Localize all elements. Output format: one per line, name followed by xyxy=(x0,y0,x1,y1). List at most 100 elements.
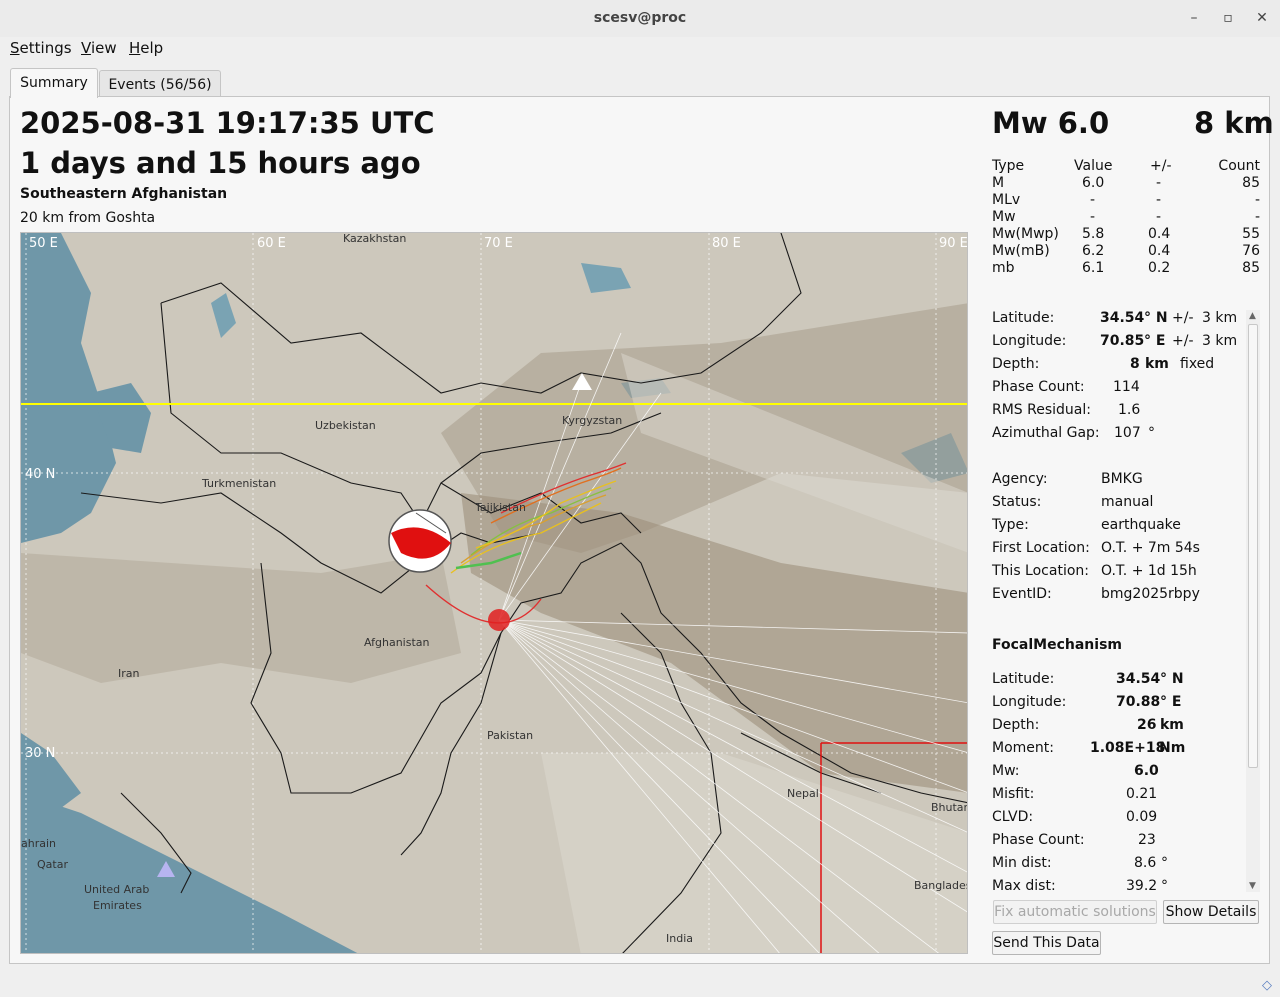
depth-flag: fixed xyxy=(1180,356,1214,372)
latitude-pm: +/- xyxy=(1172,310,1194,326)
this-location-value: O.T. + 1d 15h xyxy=(1101,563,1197,579)
fm-longitude-unit: ° E xyxy=(1160,694,1181,710)
depth-value: 8 km xyxy=(1194,106,1274,140)
map-lon-label: 50 E xyxy=(29,236,58,251)
menu-view[interactable]: View xyxy=(81,39,117,57)
scroll-down-icon[interactable]: ▼ xyxy=(1249,881,1256,891)
fm-depth-unit: km xyxy=(1160,717,1184,733)
type-label: Type: xyxy=(992,517,1029,533)
map-place-label: Uzbekistan xyxy=(315,419,376,432)
scrollbar-thumb[interactable] xyxy=(1248,324,1258,768)
event-map[interactable]: 50 E 60 E 70 E 80 E 90 E 40 N 30 N Kazak… xyxy=(20,232,968,954)
fm-maxdist-label: Max dist: xyxy=(992,878,1056,894)
title-bar: scesv@proc – ▫ ✕ xyxy=(0,0,1280,38)
fm-maxdist-unit: ° xyxy=(1161,878,1168,894)
fm-phase-label: Phase Count: xyxy=(992,832,1085,848)
map-place-label: Turkmenistan xyxy=(201,477,276,490)
map-lon-label: 80 E xyxy=(712,236,741,251)
fm-latitude-value: 34.54 xyxy=(1116,671,1160,687)
map-place-label: Banglades xyxy=(914,879,968,892)
map-lon-label: 60 E xyxy=(257,236,286,251)
map-lon-label: 90 E xyxy=(939,236,968,251)
magnitude-table-header: Type Value +/- Count xyxy=(992,158,1260,175)
map-place-label: Afghanistan xyxy=(364,636,430,649)
map-lat-label: 30 N xyxy=(25,746,55,761)
fm-mw-label: Mw: xyxy=(992,763,1019,779)
fix-automatic-solutions-button[interactable]: Fix automatic solutions xyxy=(993,900,1157,924)
magnitude-row: MLv - - - xyxy=(992,192,1260,209)
menu-help[interactable]: Help xyxy=(129,39,163,57)
send-this-data-button[interactable]: Send This Data xyxy=(992,931,1101,955)
status-label: Status: xyxy=(992,494,1041,510)
magnitude-row: M 6.0 - 85 xyxy=(992,175,1260,192)
depth-unit: km xyxy=(1145,356,1169,372)
this-location-label: This Location: xyxy=(992,563,1089,579)
map-lat-label: 40 N xyxy=(25,467,55,482)
type-value: earthquake xyxy=(1101,517,1181,533)
gap-unit: ° xyxy=(1148,425,1155,441)
longitude-pm: +/- xyxy=(1172,333,1194,349)
menu-bar: Settings View Help xyxy=(0,37,1280,59)
fm-longitude-label: Longitude: xyxy=(992,694,1066,710)
fm-clvd-value: 0.09 xyxy=(1126,809,1157,825)
phase-count-label: Phase Count: xyxy=(992,379,1085,395)
latitude-label: Latitude: xyxy=(992,310,1054,326)
magnitude-row: Mw(Mwp) 5.8 0.4 55 xyxy=(992,226,1260,243)
fm-moment-unit: Nm xyxy=(1159,740,1185,756)
show-details-button[interactable]: Show Details xyxy=(1163,900,1259,924)
phase-count-value: 114 xyxy=(1113,379,1140,395)
map-place-label: India xyxy=(666,932,693,945)
minimize-button[interactable]: – xyxy=(1183,8,1205,28)
map-place-label: Kazakhstan xyxy=(343,233,406,245)
eventid-value: bmg2025rbpy xyxy=(1101,586,1200,602)
map-place-label: Iran xyxy=(118,667,140,680)
maximize-button[interactable]: ▫ xyxy=(1217,8,1239,28)
fm-misfit-label: Misfit: xyxy=(992,786,1034,802)
fm-mindist-value: 8.6 xyxy=(1134,855,1156,871)
map-place-label: Bhutan xyxy=(931,801,968,814)
map-place-label: Emirates xyxy=(93,899,142,912)
magnitude-value: Mw 6.0 xyxy=(992,106,1109,140)
latitude-value: 34.54 xyxy=(1100,310,1144,326)
agency-value: BMKG xyxy=(1101,471,1143,487)
details-scroll-area[interactable]: Latitude: 34.54 ° N +/- 3 km Longitude: … xyxy=(984,306,1260,896)
status-value: manual xyxy=(1101,494,1153,510)
magnitude-row: mb 6.1 0.2 85 xyxy=(992,260,1260,277)
fm-moment-label: Moment: xyxy=(992,740,1054,756)
longitude-label: Longitude: xyxy=(992,333,1066,349)
fm-depth-value: 26 xyxy=(1137,717,1156,733)
map-place-label: United Arab xyxy=(84,883,149,896)
gap-value: 107 xyxy=(1114,425,1141,441)
first-location-label: First Location: xyxy=(992,540,1090,556)
tab-summary[interactable]: Summary xyxy=(10,68,98,98)
longitude-value: 70.85 xyxy=(1100,333,1144,349)
fm-longitude-value: 70.88 xyxy=(1116,694,1160,710)
map-place-label: Kyrgyzstan xyxy=(562,414,622,427)
details-scrollbar[interactable]: ▲ ▼ xyxy=(1246,310,1260,892)
map-place-label: Qatar xyxy=(37,858,68,871)
tab-events[interactable]: Events (56/56) xyxy=(99,70,221,96)
longitude-error: 3 km xyxy=(1202,333,1237,349)
window-title: scesv@proc xyxy=(0,10,1280,26)
fm-moment-value: 1.08E+18 xyxy=(1090,740,1165,756)
map-place-label: ahrain xyxy=(21,837,56,850)
fm-mw-value: 6.0 xyxy=(1134,763,1159,779)
longitude-unit: ° E xyxy=(1144,333,1165,349)
fm-mindist-unit: ° xyxy=(1161,855,1168,871)
close-button[interactable]: ✕ xyxy=(1251,8,1273,28)
depth-field-value: 8 xyxy=(1130,356,1140,372)
focal-mechanism-title: FocalMechanism xyxy=(992,637,1122,653)
fm-latitude-label: Latitude: xyxy=(992,671,1054,687)
rms-label: RMS Residual: xyxy=(992,402,1091,418)
gap-label: Azimuthal Gap: xyxy=(992,425,1100,441)
scroll-up-icon[interactable]: ▲ xyxy=(1249,311,1256,321)
fm-depth-label: Depth: xyxy=(992,717,1039,733)
rms-value: 1.6 xyxy=(1118,402,1140,418)
resize-grip-icon[interactable]: ◇ xyxy=(1262,978,1276,992)
map-place-label: Tajikistan xyxy=(474,501,526,514)
nearest-city: 20 km from Goshta xyxy=(20,210,155,226)
menu-settings[interactable]: Settings xyxy=(10,39,72,57)
fm-clvd-label: CLVD: xyxy=(992,809,1033,825)
latitude-error: 3 km xyxy=(1202,310,1237,326)
fm-misfit-value: 0.21 xyxy=(1126,786,1157,802)
